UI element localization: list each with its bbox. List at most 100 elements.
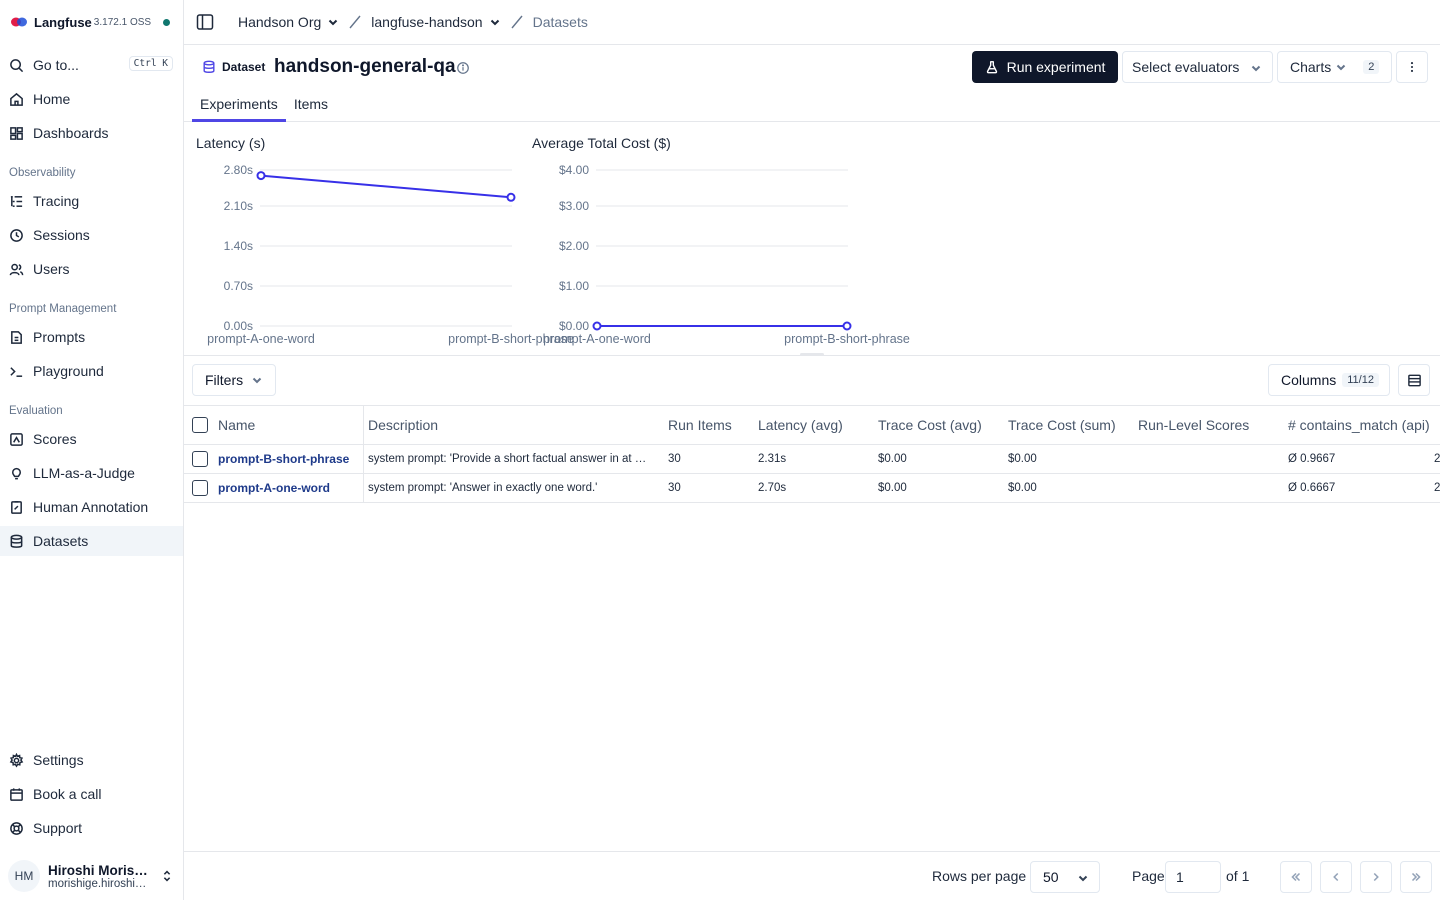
section-divider xyxy=(184,355,1440,356)
sidebar-item-label: LLM-as-a-Judge xyxy=(33,465,135,481)
column-header-trace-cost-sum[interactable]: Trace Cost (sum) xyxy=(1008,406,1116,444)
chevron-down-icon xyxy=(252,377,262,384)
table-row[interactable]: prompt-A-one-word system prompt: 'Answer… xyxy=(184,474,1440,503)
sidebar-item-book-a-call[interactable]: Book a call xyxy=(0,779,183,809)
sidebar-item-users[interactable]: Users xyxy=(0,254,183,284)
latency-chart: 0.00s 0.70s 1.40s 2.10s 2.80s prompt-A-one-wo… xyxy=(207,163,574,346)
topbar: Handson Org langfuse-handson Datasets xyxy=(184,0,1440,45)
previous-page-button[interactable] xyxy=(1320,861,1352,893)
row-contains-match: Ø 0.9667 xyxy=(1288,453,1336,465)
rows-per-page-label: Rows per page xyxy=(932,868,1027,884)
database-icon xyxy=(203,60,215,73)
sidebar-item-dashboards[interactable]: Dashboards xyxy=(0,118,183,148)
lifebuoy-icon xyxy=(10,821,23,835)
column-header-contains-match[interactable]: # contains_match (api) xyxy=(1288,406,1430,444)
database-icon xyxy=(10,534,23,548)
breadcrumb-project[interactable]: langfuse-handson xyxy=(371,14,500,30)
row-run-items: 30 xyxy=(668,453,681,465)
row-extra-value: 2 xyxy=(1434,482,1440,494)
row-description: system prompt: 'Provide a short factual … xyxy=(368,453,647,465)
row-name-link[interactable]: prompt-A-one-word xyxy=(218,474,330,502)
first-page-button[interactable] xyxy=(1280,861,1312,893)
run-experiment-label: Run experiment xyxy=(1006,59,1106,75)
latency-y-tick-label: 1.40s xyxy=(224,239,253,253)
sidebar-item-sessions[interactable]: Sessions xyxy=(0,220,183,250)
sidebar-item-label: Datasets xyxy=(33,533,89,549)
avatar: HM xyxy=(8,860,40,892)
row-checkbox[interactable] xyxy=(192,445,208,473)
breadcrumb-separator-icon xyxy=(349,15,361,29)
latency-y-tick-label: 2.80s xyxy=(224,163,253,177)
tab-items[interactable]: Items xyxy=(286,92,336,122)
more-options-button[interactable] xyxy=(1396,51,1428,83)
latency-y-tick-label: 2.10s xyxy=(224,199,253,213)
brand-version: 3.172.1 OSS xyxy=(93,16,152,28)
clock-icon xyxy=(10,228,23,242)
chevron-down-icon xyxy=(1078,875,1088,882)
column-header-run-items[interactable]: Run Items xyxy=(668,406,732,444)
brand-name: Langfuse xyxy=(34,14,92,30)
tab-experiments[interactable]: Experiments xyxy=(192,92,286,122)
nav-group-prompt-management: Prompt Management xyxy=(9,303,117,315)
breadcrumb-org[interactable]: Handson Org xyxy=(238,14,339,30)
last-page-button[interactable] xyxy=(1400,861,1432,893)
row-contains-match: Ø 0.6667 xyxy=(1288,482,1336,494)
row-description: system prompt: 'Answer in exactly one wo… xyxy=(368,482,598,494)
sidebar-item-label: Support xyxy=(33,820,83,836)
sidebar-item-datasets[interactable]: Datasets xyxy=(0,526,183,556)
goto-label: Go to... xyxy=(33,57,79,73)
sidebar-item-human-annotation[interactable]: Human Annotation xyxy=(0,492,183,522)
sidebar-item-support[interactable]: Support xyxy=(0,813,183,843)
sidebar-item-label: Sessions xyxy=(33,227,90,243)
rows-per-page-select[interactable]: 50 xyxy=(1030,861,1100,893)
user-name: Hiroshi Moris… xyxy=(48,862,148,878)
sidebar-item-label: Tracing xyxy=(33,193,80,209)
charts-button[interactable]: Charts 2 xyxy=(1277,51,1392,83)
sidebar-item-prompts[interactable]: Prompts xyxy=(0,322,183,352)
status-dot-icon xyxy=(163,18,171,26)
goto-search[interactable]: Go to... Ctrl K xyxy=(0,50,183,80)
chevrons-right-icon xyxy=(1411,872,1421,882)
sidebar-item-label: Scores xyxy=(33,431,77,447)
column-header-description[interactable]: Description xyxy=(368,406,438,444)
breadcrumb-page[interactable]: Datasets xyxy=(533,14,588,30)
nav-group-evaluation: Evaluation xyxy=(9,405,63,417)
column-header-name[interactable]: Name xyxy=(218,406,255,444)
cost-chart: $0.00 $1.00 $2.00 $3.00 $4.00 prompt-A-one-wo… xyxy=(543,163,910,346)
sidebar-item-playground[interactable]: Playground xyxy=(0,356,183,386)
row-run-items: 30 xyxy=(668,482,681,494)
page-number-input[interactable] xyxy=(1165,861,1221,893)
user-menu[interactable]: HM Hiroshi Moris… morishige.hiroshi… xyxy=(8,858,178,894)
column-header-trace-cost-avg[interactable]: Trace Cost (avg) xyxy=(878,406,982,444)
scores-icon xyxy=(10,432,23,446)
columns-button[interactable]: Columns 11/12 xyxy=(1268,364,1390,396)
row-name-link[interactable]: prompt-B-short-phrase xyxy=(218,445,349,473)
select-all-checkbox[interactable] xyxy=(192,406,208,444)
sidebar-item-tracing[interactable]: Tracing xyxy=(0,186,183,216)
column-header-run-level-scores[interactable]: Run-Level Scores xyxy=(1138,406,1249,444)
chevron-right-icon xyxy=(1373,872,1379,882)
filters-label: Filters xyxy=(205,372,244,388)
home-icon xyxy=(10,92,23,106)
sidebar-item-scores[interactable]: Scores xyxy=(0,424,183,454)
sidebar-item-label: Settings xyxy=(33,752,84,768)
row-cost-avg: $0.00 xyxy=(878,453,907,465)
row-checkbox[interactable] xyxy=(192,474,208,502)
info-icon[interactable] xyxy=(456,61,470,75)
lightbulb-icon xyxy=(12,467,21,479)
next-page-button[interactable] xyxy=(1360,861,1392,893)
select-evaluators-dropdown[interactable]: Select evaluators xyxy=(1122,51,1273,83)
column-header-latency[interactable]: Latency (avg) xyxy=(758,406,843,444)
brand[interactable]: Langfuse 3.172.1 OSS xyxy=(10,12,171,32)
cost-y-tick-label: $2.00 xyxy=(559,239,589,253)
sidebar-item-llm-as-a-judge[interactable]: LLM-as-a-Judge xyxy=(0,458,183,488)
row-density-button[interactable] xyxy=(1398,364,1430,396)
latency-data-point xyxy=(506,192,516,202)
table-row[interactable]: prompt-B-short-phrase system prompt: 'Pr… xyxy=(184,445,1440,474)
sidebar-item-home[interactable]: Home xyxy=(0,84,183,114)
filters-button[interactable]: Filters xyxy=(192,364,276,396)
nav-group-observability: Observability xyxy=(9,167,76,179)
sidebar-item-settings[interactable]: Settings xyxy=(0,745,183,775)
sidebar-toggle-icon[interactable] xyxy=(196,13,214,31)
run-experiment-button[interactable]: Run experiment xyxy=(972,51,1118,83)
